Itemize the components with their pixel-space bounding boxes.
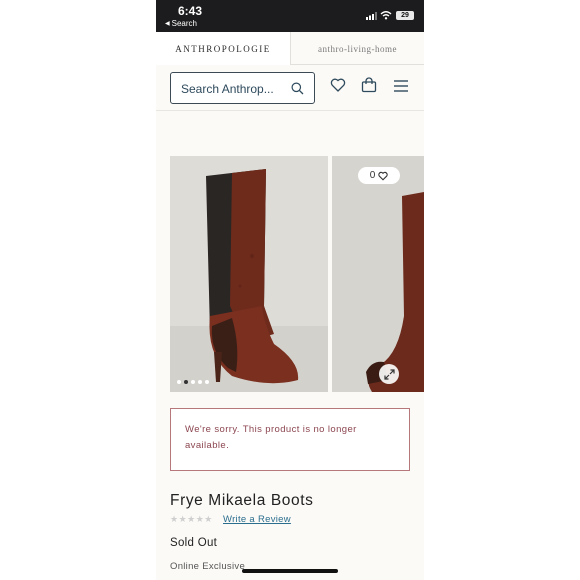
pagination-dot[interactable] — [205, 380, 209, 384]
pagination-dot[interactable] — [198, 380, 202, 384]
shopping-bag-icon[interactable] — [361, 77, 377, 93]
product-title: Frye Mikaela Boots — [170, 492, 314, 509]
back-arrow-icon: ◀ — [165, 21, 170, 27]
status-time: 6:43 — [178, 4, 203, 18]
rating-stars: ★★★★★ — [170, 514, 213, 524]
signal-icon — [366, 12, 377, 20]
write-review-link[interactable]: Write a Review — [223, 514, 291, 525]
heart-outline-icon — [378, 171, 388, 181]
anthro-living-home-tab[interactable]: anthro-living-home — [290, 32, 424, 65]
home-indicator[interactable] — [242, 569, 338, 573]
battery-icon: 29 — [396, 11, 414, 20]
product-image-secondary[interactable]: 0 — [332, 156, 424, 392]
pagination-dot[interactable] — [177, 380, 181, 384]
expand-icon — [383, 368, 395, 380]
boot-side-illustration — [332, 156, 424, 392]
boot-illustration — [170, 156, 328, 392]
pagination-dot-active[interactable] — [184, 380, 188, 384]
like-count: 0 — [369, 170, 376, 181]
search-input[interactable] — [181, 80, 289, 98]
back-label: Search — [171, 19, 197, 28]
image-pagination-dots[interactable] — [177, 380, 209, 384]
expand-image-button[interactable] — [379, 364, 399, 384]
heart-icon[interactable] — [330, 77, 346, 93]
search-icon[interactable] — [291, 82, 304, 95]
pagination-dot[interactable] — [191, 380, 195, 384]
search-header — [156, 65, 424, 111]
back-to-search-link[interactable]: ◀ Search — [165, 19, 197, 28]
availability-status: Sold Out — [170, 537, 218, 549]
unavailable-notice: We're sorry. This product is no longer a… — [170, 408, 410, 471]
menu-icon[interactable] — [394, 80, 408, 92]
product-image-main[interactable] — [170, 156, 328, 392]
wifi-icon — [380, 11, 392, 20]
search-box[interactable] — [170, 72, 315, 104]
anthropologie-tab[interactable]: ANTHROPOLOGIE — [156, 32, 290, 65]
status-bar: 6:43 ◀ Search 29 — [156, 0, 424, 32]
like-count-badge[interactable]: 0 — [358, 167, 400, 184]
phone-screen: 6:43 ◀ Search 29 ANTHROPOLOGIE anthro-li… — [156, 0, 424, 580]
brand-bar: ANTHROPOLOGIE anthro-living-home — [156, 32, 424, 65]
online-exclusive-label: Online Exclusive — [170, 561, 246, 572]
